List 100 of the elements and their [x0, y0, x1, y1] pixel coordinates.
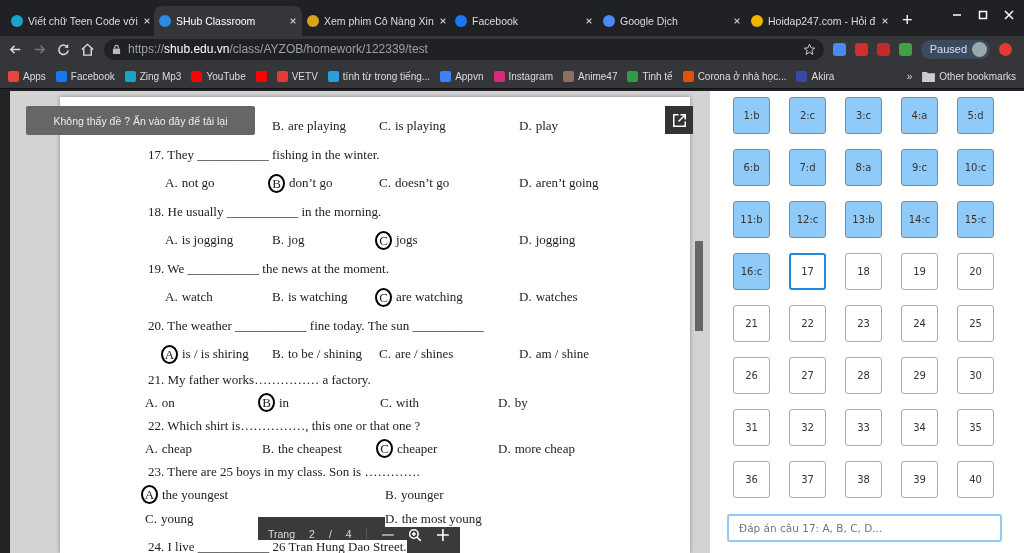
question-button[interactable]: 10:c	[957, 149, 994, 186]
bookmark[interactable]: Akira	[796, 70, 835, 82]
question-button[interactable]: 32	[789, 409, 826, 446]
question-button[interactable]: 22	[789, 305, 826, 342]
question-button[interactable]: 21	[733, 305, 770, 342]
zoom-in-icon[interactable]	[436, 528, 450, 542]
browser-tab[interactable]: SHub Classroom	[154, 6, 302, 36]
question-button[interactable]: 17	[789, 253, 826, 290]
question-button[interactable]: 39	[901, 461, 938, 498]
question-button[interactable]: 29	[901, 357, 938, 394]
address-bar[interactable]: https://shub.edu.vn/class/AYZOB/homework/122339/test	[104, 38, 824, 60]
option-letter: B.	[272, 289, 284, 306]
question-button[interactable]: 30	[957, 357, 994, 394]
browser-tab[interactable]: Xem phim Cô Nàng Xin	[302, 6, 450, 36]
bookmark[interactable]: Appvn	[440, 70, 484, 82]
question-button[interactable]: 9:c	[901, 149, 938, 186]
close-icon[interactable]	[585, 17, 593, 25]
question-button[interactable]: 26	[733, 357, 770, 394]
question-button[interactable]: 38	[845, 461, 882, 498]
question-button[interactable]: 15:c	[957, 201, 994, 238]
option-letter: D.	[519, 289, 532, 306]
open-external-icon	[672, 113, 686, 127]
update-icon[interactable]	[999, 42, 1012, 56]
close-icon[interactable]	[438, 17, 447, 25]
question-button[interactable]: 16:c	[733, 253, 770, 290]
question-button[interactable]: 12:c	[789, 201, 826, 238]
close-icon[interactable]	[289, 17, 297, 25]
bookmark[interactable]: tính từ trong tiếng...	[327, 70, 431, 82]
circled-option-letter: C	[376, 439, 393, 458]
bookmark[interactable]: Apps	[8, 70, 46, 82]
close-icon[interactable]	[142, 17, 151, 25]
browser-tab[interactable]: Google Dịch	[598, 6, 746, 36]
question-button[interactable]: 2:c	[789, 97, 826, 134]
bookmark-star-icon[interactable]	[802, 42, 816, 56]
question-button[interactable]: 36	[733, 461, 770, 498]
option-letter: D.	[519, 118, 532, 135]
question-button[interactable]: 20	[957, 253, 994, 290]
bookmark[interactable]: Facebook	[55, 70, 115, 82]
option-text: is playing	[394, 118, 446, 135]
extension-icon[interactable]	[898, 42, 912, 56]
extension-icon[interactable]	[832, 42, 846, 56]
page-number[interactable]: 2	[309, 528, 315, 540]
other-bookmarks[interactable]: Other bookmarks	[922, 70, 1016, 82]
browser-tab[interactable]: Viết chữ Teen Code với	[6, 6, 154, 36]
bookmark[interactable]: Anime47	[562, 70, 618, 82]
bookmark[interactable]: Corona ở nhà học...	[682, 70, 787, 82]
question-button[interactable]: 19	[901, 253, 938, 290]
bookmark[interactable]: Tinh tế	[627, 70, 673, 82]
question-button[interactable]: 7:d	[789, 149, 826, 186]
site-icon	[455, 15, 467, 27]
question-button[interactable]: 25	[957, 305, 994, 342]
maximize-icon[interactable]	[978, 10, 988, 20]
question-button[interactable]: 6:b	[733, 149, 770, 186]
bookmark[interactable]: Zing Mp3	[124, 70, 182, 82]
option-letter: A.	[165, 175, 178, 192]
close-icon[interactable]	[881, 17, 889, 25]
question-button[interactable]: 31	[733, 409, 770, 446]
close-icon[interactable]	[733, 17, 741, 25]
site-icon	[603, 15, 615, 27]
question-button[interactable]: 5:d	[957, 97, 994, 134]
question-button[interactable]: 11:b	[733, 201, 770, 238]
extension-icon[interactable]	[854, 42, 868, 56]
question-button[interactable]: 27	[789, 357, 826, 394]
profile-button[interactable]: Paused	[920, 39, 990, 59]
scrollbar-thumb[interactable]	[695, 241, 703, 331]
question-button[interactable]: 28	[845, 357, 882, 394]
option-text: the cheapest	[277, 440, 342, 457]
question-button[interactable]: 14:c	[901, 201, 938, 238]
option-text: don’t go	[289, 175, 333, 192]
home-icon[interactable]	[80, 41, 95, 57]
zoom-icon[interactable]	[408, 528, 423, 542]
reload-toast[interactable]: Không thấy đề ? Ấn vào đây để tải lại	[26, 106, 255, 135]
bookmark[interactable]: VETV	[276, 70, 318, 82]
option-text: is jogging	[181, 232, 234, 249]
question-button[interactable]: 23	[845, 305, 882, 342]
question-button[interactable]: 3:c	[845, 97, 882, 134]
question-button[interactable]: 4:a	[901, 97, 938, 134]
question-button[interactable]: 35	[957, 409, 994, 446]
option-text: with	[395, 394, 420, 411]
reload-icon[interactable]	[56, 41, 71, 57]
question-button[interactable]: 40	[957, 461, 994, 498]
option-letter: B.	[272, 118, 284, 135]
more-bookmarks-button[interactable]: »	[906, 70, 913, 82]
bookmark-icon[interactable]	[255, 70, 267, 82]
bookmark[interactable]: YouTube	[191, 70, 246, 82]
answer-input[interactable]: Đáp án câu 17: A, B, C, D...	[727, 514, 1002, 542]
new-tab-button[interactable]: +	[894, 10, 921, 36]
question-button[interactable]: 13:b	[845, 201, 882, 238]
question-button[interactable]: 33	[845, 409, 882, 446]
bookmark[interactable]: Instagram	[493, 70, 553, 82]
question-button[interactable]: 37	[789, 461, 826, 498]
question-button[interactable]: 18	[845, 253, 882, 290]
question-button[interactable]: 24	[901, 305, 938, 342]
option-text: are watching	[396, 289, 463, 306]
browser-tab[interactable]: Facebook	[450, 6, 598, 36]
browser-tab[interactable]: Hoidap247.com - Hỏi đ	[746, 6, 894, 36]
open-external-button[interactable]	[665, 106, 693, 134]
question-button[interactable]: 8:a	[845, 149, 882, 186]
question-button[interactable]: 34	[901, 409, 938, 446]
question-button[interactable]: 1:b	[733, 97, 770, 134]
